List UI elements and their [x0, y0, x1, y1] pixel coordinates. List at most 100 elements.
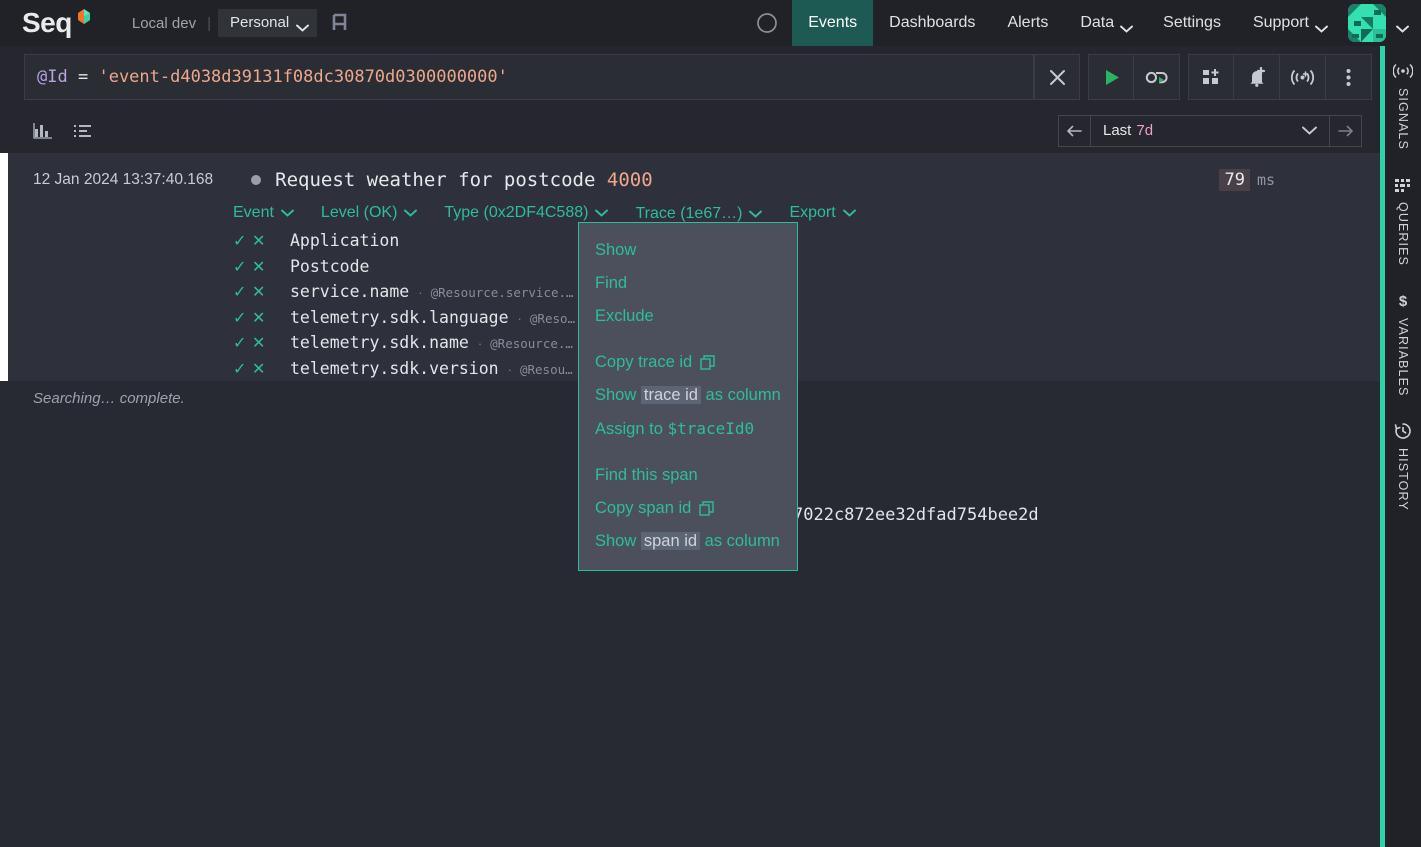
include-property-icon[interactable]: ✓ [233, 359, 252, 379]
property-name[interactable]: Application [290, 231, 399, 250]
exclude-property-icon[interactable]: ✕ [252, 282, 278, 302]
exclude-property-icon[interactable]: ✕ [252, 308, 278, 328]
menu-text-post: as column [700, 532, 780, 550]
brand-logo[interactable]: Seq [0, 0, 91, 46]
include-property-icon[interactable]: ✓ [233, 333, 252, 353]
create-signal-button[interactable] [1280, 54, 1326, 100]
nav-label: Dashboards [889, 14, 976, 31]
clear-query-button[interactable] [1034, 54, 1080, 100]
tab-label: Export [789, 204, 836, 221]
main-navigation: Events Dashboards Alerts Data Settings S… [746, 0, 1421, 46]
include-property-icon[interactable]: ✓ [233, 282, 252, 302]
menu-divider [579, 446, 797, 459]
add-to-dashboard-button[interactable] [1188, 54, 1234, 100]
include-property-icon[interactable]: ✓ [233, 231, 252, 251]
nav-item-events[interactable]: Events [792, 0, 874, 46]
property-separator: · [517, 310, 522, 326]
tab-label: Level (OK) [320, 204, 398, 221]
moon-icon[interactable] [746, 0, 792, 46]
menu-show-span-id-as-column[interactable]: Show span id as column [579, 525, 797, 558]
menu-text-pre: Show [595, 386, 641, 404]
tab-label: Trace (1e67…) [635, 205, 743, 222]
sidebar-item-signals[interactable]: SIGNALS [1393, 62, 1413, 150]
menu-item-label: Copy span id [595, 499, 692, 517]
nav-label: Settings [1163, 14, 1221, 31]
menu-copy-span-id[interactable]: Copy span id [579, 492, 797, 525]
nav-label: Events [808, 14, 858, 31]
arrow-right-icon[interactable] [1330, 116, 1361, 146]
list-tree-icon[interactable] [66, 116, 100, 146]
exclude-property-icon[interactable]: ✕ [252, 333, 278, 353]
time-range-dropdown[interactable]: Last 7d [1090, 115, 1330, 146]
event-summary: 12 Jan 2024 13:37:40.168 Request weather… [8, 163, 1380, 197]
menu-find-this-span[interactable]: Find this span [579, 459, 797, 492]
sidebar-item-queries[interactable]: QUERIES [1394, 176, 1412, 266]
run-query-button[interactable] [1088, 54, 1134, 100]
workspace-dropdown[interactable]: Personal [217, 9, 318, 37]
include-property-icon[interactable]: ✓ [233, 257, 252, 277]
create-alert-button[interactable] [1234, 54, 1280, 100]
arrow-left-icon[interactable] [1059, 116, 1090, 146]
level-indicator-dot-icon [251, 175, 262, 185]
user-menu[interactable] [1342, 0, 1421, 46]
top-navigation-bar: Seq Local dev | Personal Events Dashboar… [0, 0, 1421, 46]
chevron-down-icon [1120, 20, 1134, 33]
view-toolbar: Last 7d [0, 108, 1380, 153]
property-name[interactable]: telemetry.sdk.language [290, 308, 509, 327]
property-name[interactable]: telemetry.sdk.version [290, 359, 499, 378]
sidebar-label: SIGNALS [1396, 88, 1410, 150]
query-literal: 'event-d4038d39131f08dc30870d0300000000' [98, 67, 508, 87]
event-duration: 79 ms [1219, 169, 1275, 191]
more-options-button[interactable] [1326, 54, 1372, 100]
tab-level[interactable]: Level (OK) [321, 200, 430, 228]
property-separator: · [477, 336, 483, 351]
share-link-button[interactable] [1134, 54, 1180, 100]
menu-text-highlight: span id [640, 532, 701, 550]
chevron-down-icon [1315, 20, 1328, 33]
sidebar-item-history[interactable]: HISTORY [1394, 422, 1412, 511]
menu-exclude[interactable]: Exclude [579, 300, 797, 333]
exclude-property-icon[interactable]: ✕ [252, 231, 278, 251]
chevron-down-icon [1396, 20, 1409, 33]
query-operator: = [77, 67, 89, 87]
tab-export[interactable]: Export [789, 200, 868, 228]
exclude-property-icon[interactable]: ✕ [252, 359, 278, 379]
property-name[interactable]: service.name [290, 282, 409, 301]
time-range-selector: Last 7d [1058, 114, 1362, 147]
menu-divider [579, 333, 797, 346]
menu-assign-trace-id[interactable]: Assign to $traceId0 [579, 412, 797, 446]
copy-icon [699, 501, 715, 516]
nav-item-dashboards[interactable]: Dashboards [873, 0, 991, 46]
menu-show[interactable]: Show [579, 234, 797, 267]
search-status: Searching… complete. [33, 390, 185, 407]
menu-text-pre: Assign to [595, 420, 668, 438]
nav-item-settings[interactable]: Settings [1147, 0, 1237, 46]
nav-item-alerts[interactable]: Alerts [991, 0, 1064, 46]
menu-copy-trace-id[interactable]: Copy trace id [579, 346, 797, 379]
search-input[interactable]: @Id = 'event-d4038d39131f08dc30870d03000… [24, 54, 1034, 100]
grid-dots-icon [1394, 176, 1412, 194]
include-property-icon[interactable]: ✓ [233, 308, 252, 328]
sidebar-item-variables[interactable]: $ VARIABLES [1395, 292, 1411, 396]
property-value: @Resource.service.… [430, 285, 574, 300]
menu-item-label: Assign to $traceId0 [595, 419, 754, 439]
save-query-icon[interactable] [331, 13, 349, 33]
nav-item-support[interactable]: Support [1237, 0, 1342, 46]
menu-item-label: Find [595, 274, 628, 292]
menu-item-label: Show trace id as column [595, 386, 781, 405]
bar-chart-icon[interactable] [26, 116, 60, 146]
event-message: Request weather for postcode 4000 [275, 169, 653, 191]
menu-show-trace-id-as-column[interactable]: Show trace id as column [579, 379, 797, 412]
time-range-value: 7d [1136, 122, 1154, 139]
tab-event[interactable]: Event [233, 200, 307, 228]
sidebar-label: VARIABLES [1396, 317, 1410, 397]
property-name[interactable]: Postcode [290, 257, 369, 276]
menu-text-pre: Show [595, 532, 641, 550]
property-name[interactable]: telemetry.sdk.name [290, 333, 469, 352]
signal-broadcast-icon [1393, 62, 1413, 80]
menu-find[interactable]: Find [579, 267, 797, 300]
nav-item-data[interactable]: Data [1064, 0, 1147, 46]
nav-label: Support [1252, 14, 1309, 31]
query-identifier: @Id [37, 67, 68, 87]
exclude-property-icon[interactable]: ✕ [252, 257, 278, 277]
